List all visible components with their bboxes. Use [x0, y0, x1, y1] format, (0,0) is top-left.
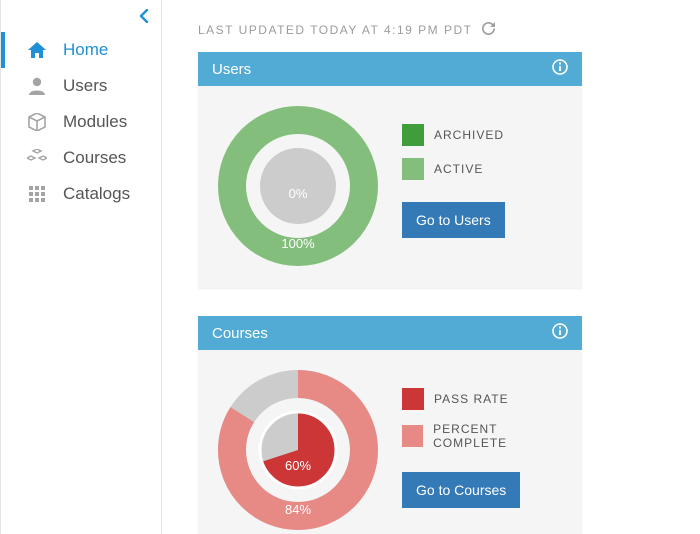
legend-archived-label: ARCHIVED: [434, 128, 504, 142]
users-card-title: Users: [212, 61, 251, 78]
sidebar-item-catalogs[interactable]: Catalogs: [1, 176, 161, 212]
legend-active-label: ACTIVE: [434, 162, 483, 176]
sidebar-item-label: Catalogs: [63, 184, 130, 204]
courses-inner-pct: 60%: [278, 458, 318, 473]
box-icon: [27, 113, 47, 131]
courses-card: Courses 60% 84%: [198, 316, 582, 534]
last-updated: LAST UPDATED TODAY AT 4:19 PM PDT: [198, 0, 700, 52]
courses-donut-chart: 60% 84%: [218, 370, 378, 530]
chevron-left-icon: [139, 9, 149, 23]
sidebar-item-users[interactable]: Users: [1, 68, 161, 104]
sidebar-item-label: Modules: [63, 112, 127, 132]
user-icon: [27, 77, 47, 95]
swatch-archived: [402, 124, 424, 146]
sidebar-item-modules[interactable]: Modules: [1, 104, 161, 140]
sidebar-item-home[interactable]: Home: [1, 32, 161, 68]
courses-card-header: Courses: [198, 316, 582, 350]
legend-pass-rate: PASS RATE: [402, 388, 570, 410]
legend-percent-complete: PERCENT COMPLETE: [402, 422, 570, 450]
users-legend: ARCHIVED ACTIVE Go to Users: [402, 106, 505, 266]
legend-active: ACTIVE: [402, 158, 505, 180]
sidebar-item-courses[interactable]: Courses: [1, 140, 161, 176]
info-icon[interactable]: [552, 323, 568, 343]
legend-archived: ARCHIVED: [402, 124, 505, 146]
main-content: LAST UPDATED TODAY AT 4:19 PM PDT Users …: [162, 0, 700, 534]
swatch-pass: [402, 388, 424, 410]
legend-complete-label: PERCENT COMPLETE: [433, 422, 570, 450]
grid-icon: [27, 186, 47, 202]
boxes-icon: [27, 149, 47, 167]
home-icon: [27, 42, 47, 58]
users-inner-pct: 0%: [278, 186, 318, 201]
sidebar-collapse-button[interactable]: [1, 0, 161, 32]
refresh-icon[interactable]: [482, 22, 495, 38]
legend-pass-label: PASS RATE: [434, 392, 509, 406]
sidebar-item-label: Courses: [63, 148, 126, 168]
courses-legend: PASS RATE PERCENT COMPLETE Go to Courses: [402, 370, 570, 530]
swatch-complete: [402, 425, 423, 447]
last-updated-text: LAST UPDATED TODAY AT 4:19 PM PDT: [198, 23, 472, 37]
go-to-users-button[interactable]: Go to Users: [402, 202, 505, 238]
users-donut-chart: 0% 100%: [218, 106, 378, 266]
sidebar-item-label: Home: [63, 40, 108, 60]
users-card: Users 0% 100% ARCHIVED: [198, 52, 582, 288]
swatch-active: [402, 158, 424, 180]
info-icon[interactable]: [552, 59, 568, 79]
sidebar-item-label: Users: [63, 76, 107, 96]
courses-outer-pct: 84%: [278, 502, 318, 517]
courses-card-title: Courses: [212, 325, 268, 342]
users-outer-pct: 100%: [278, 236, 318, 251]
sidebar: Home Users Modules Courses Catalogs: [0, 0, 162, 534]
users-card-header: Users: [198, 52, 582, 86]
go-to-courses-button[interactable]: Go to Courses: [402, 472, 520, 508]
